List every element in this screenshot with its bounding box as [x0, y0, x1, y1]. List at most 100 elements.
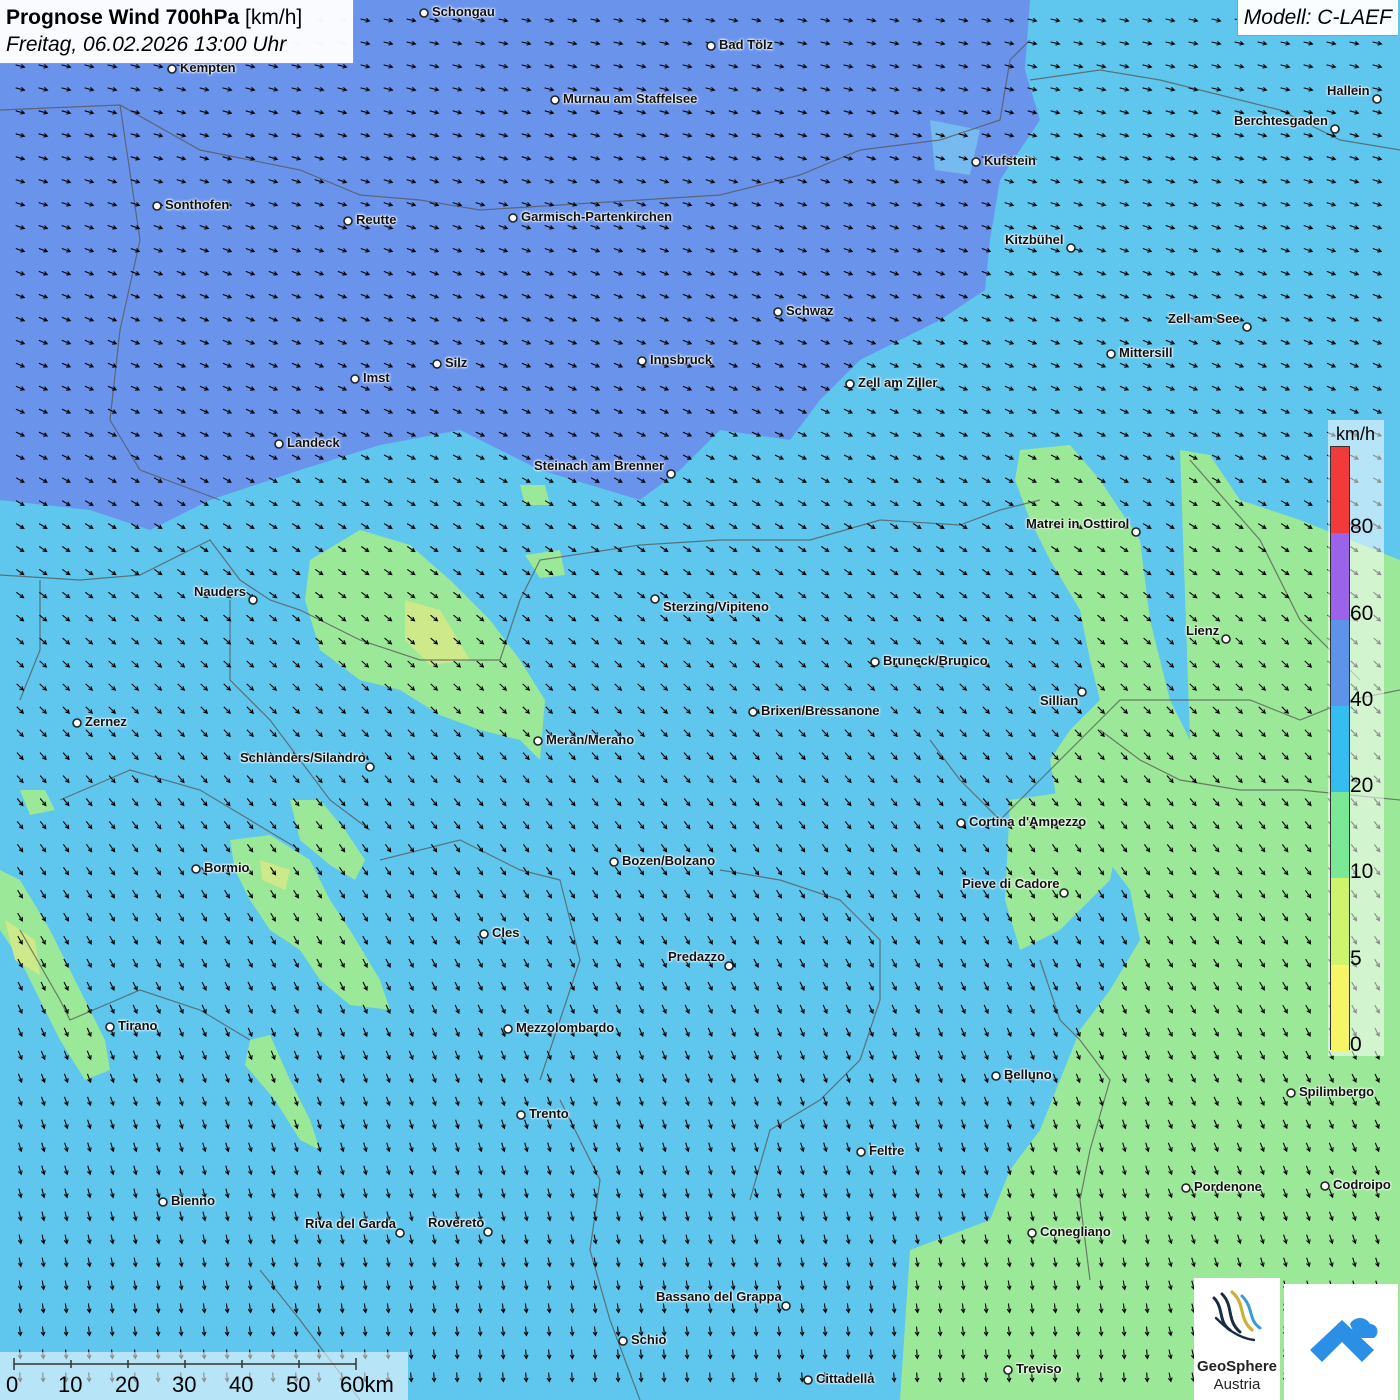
- city-label: Conegliano: [1040, 1224, 1111, 1239]
- city-label: Bad Tölz: [719, 37, 774, 52]
- city-label: Cles: [492, 925, 520, 940]
- city-label: Meran/Merano: [546, 732, 635, 747]
- cloud-arrow-icon: [1310, 1318, 1378, 1362]
- geosphere-emblem-icon: [1212, 1290, 1262, 1342]
- city-marker-icon: [1106, 349, 1116, 359]
- city-label: Bruneck/Brunico: [883, 653, 988, 668]
- city-marker-icon: [191, 864, 201, 874]
- city-label: Matrei in Osttirol: [1026, 516, 1130, 531]
- city-marker-icon: [650, 594, 660, 604]
- city-label: Zell am Ziller: [858, 375, 938, 390]
- legend-tick-label: 60: [1350, 601, 1374, 625]
- city-marker-icon: [991, 1071, 1001, 1081]
- city-label: Schlanders/Silandro: [240, 750, 366, 765]
- city-label: Sonthofen: [165, 197, 230, 212]
- city-marker-icon: [350, 374, 360, 384]
- city-marker-icon: [781, 1301, 791, 1311]
- city-label: Reutte: [356, 212, 397, 227]
- legend-tick-label: 10: [1350, 860, 1374, 884]
- city-marker-icon: [105, 1022, 115, 1032]
- city-marker-icon: [395, 1228, 405, 1238]
- city-marker-icon: [550, 95, 560, 105]
- city-label: Mezzolombardo: [516, 1020, 615, 1035]
- geosphere-country: Austria: [1213, 1376, 1261, 1393]
- legend-tick-label: 40: [1350, 687, 1374, 711]
- city-label: Imst: [363, 370, 390, 385]
- city-marker-icon: [1003, 1365, 1013, 1375]
- city-label: Berchtesgaden: [1234, 113, 1328, 128]
- city-label: Schongau: [432, 4, 495, 19]
- city-label: Rovereto: [428, 1215, 485, 1230]
- city-label: Zell am See: [1168, 311, 1240, 326]
- city-marker-icon: [419, 8, 429, 18]
- city-marker-icon: [167, 64, 177, 74]
- legend-unit: km/h: [1336, 424, 1376, 444]
- city-marker-icon: [1077, 687, 1087, 697]
- city-label: Steinach am Brenner: [534, 458, 665, 473]
- legend-swatch: [1331, 878, 1349, 965]
- city-marker-icon: [479, 929, 489, 939]
- city-label: Silz: [445, 355, 468, 370]
- legend-tick-label: 0: [1350, 1033, 1362, 1056]
- scale-bar: 0 10 20 30 40 50 60km: [0, 1352, 408, 1400]
- city-label: Treviso: [1016, 1361, 1062, 1376]
- city-marker-icon: [609, 857, 619, 867]
- legend-swatch: [1331, 619, 1349, 706]
- city-marker-icon: [748, 707, 758, 717]
- city-label: Belluno: [1004, 1067, 1052, 1082]
- city-label: Garmisch-Partenkirchen: [521, 209, 673, 224]
- city-label: Schwaz: [786, 303, 834, 318]
- title-main: Prognose Wind 700hPa: [6, 6, 240, 29]
- city-label: Trento: [529, 1106, 569, 1121]
- map-title-box: Prognose Wind 700hPa [km/h] Freitag, 06.…: [0, 0, 354, 64]
- legend-swatch: [1331, 964, 1349, 1051]
- city-label: Feltre: [869, 1143, 905, 1158]
- geosphere-name: GeoSphere: [1196, 1358, 1278, 1375]
- city-label: Zernez: [85, 714, 127, 729]
- city-marker-icon: [637, 356, 647, 366]
- city-label: Schio: [631, 1332, 667, 1347]
- city-marker-icon: [856, 1147, 866, 1157]
- scale-label: 50: [286, 1372, 311, 1397]
- city-label: Codroipo: [1333, 1177, 1391, 1192]
- map-title: Prognose Wind 700hPa [km/h]: [6, 4, 347, 32]
- map-timestamp: Freitag, 06.02.2026 13:00 Uhr: [6, 33, 287, 56]
- city-marker-icon: [516, 1110, 526, 1120]
- city-label: Cittadella: [816, 1371, 875, 1386]
- city-label: Bienno: [171, 1193, 216, 1208]
- legend-tick-label: 80: [1350, 515, 1374, 539]
- scale-label: 0: [6, 1372, 19, 1397]
- city-marker-icon: [870, 657, 880, 667]
- city-marker-icon: [432, 359, 442, 369]
- scale-label: 10: [58, 1372, 83, 1397]
- city-label: Bozen/Bolzano: [622, 853, 716, 868]
- city-label: Innsbruck: [650, 352, 713, 367]
- city-label: Pieve di Cadore: [962, 876, 1060, 891]
- city-label: Murnau am Staffelsee: [563, 91, 698, 106]
- city-marker-icon: [1372, 94, 1382, 104]
- city-label: Spilimbergo: [1299, 1084, 1375, 1099]
- city-marker-icon: [1286, 1088, 1296, 1098]
- city-marker-icon: [1320, 1181, 1330, 1191]
- city-marker-icon: [971, 157, 981, 167]
- city-marker-icon: [1059, 888, 1069, 898]
- city-label: Sterzing/Vipiteno: [663, 599, 769, 614]
- city-marker-icon: [483, 1227, 493, 1237]
- model-label: Modell: C-LAEF: [1236, 0, 1398, 36]
- title-unit: [km/h]: [245, 6, 303, 29]
- city-marker-icon: [343, 216, 353, 226]
- city-label: Landeck: [287, 435, 340, 450]
- app-logo: [1284, 1284, 1398, 1400]
- legend-tick-label: 20: [1350, 774, 1374, 798]
- legend-tick-label: 5: [1350, 946, 1362, 970]
- city-marker-icon: [274, 439, 284, 449]
- city-marker-icon: [1330, 124, 1340, 134]
- geosphere-logo: GeoSphere Austria: [1194, 1278, 1280, 1400]
- city-marker-icon: [1027, 1228, 1037, 1238]
- city-label: Lienz: [1186, 623, 1220, 638]
- legend-swatch: [1331, 792, 1349, 879]
- city-marker-icon: [508, 213, 518, 223]
- scale-label: 40: [229, 1372, 254, 1397]
- city-label: Predazzo: [668, 949, 726, 964]
- city-marker-icon: [956, 818, 966, 828]
